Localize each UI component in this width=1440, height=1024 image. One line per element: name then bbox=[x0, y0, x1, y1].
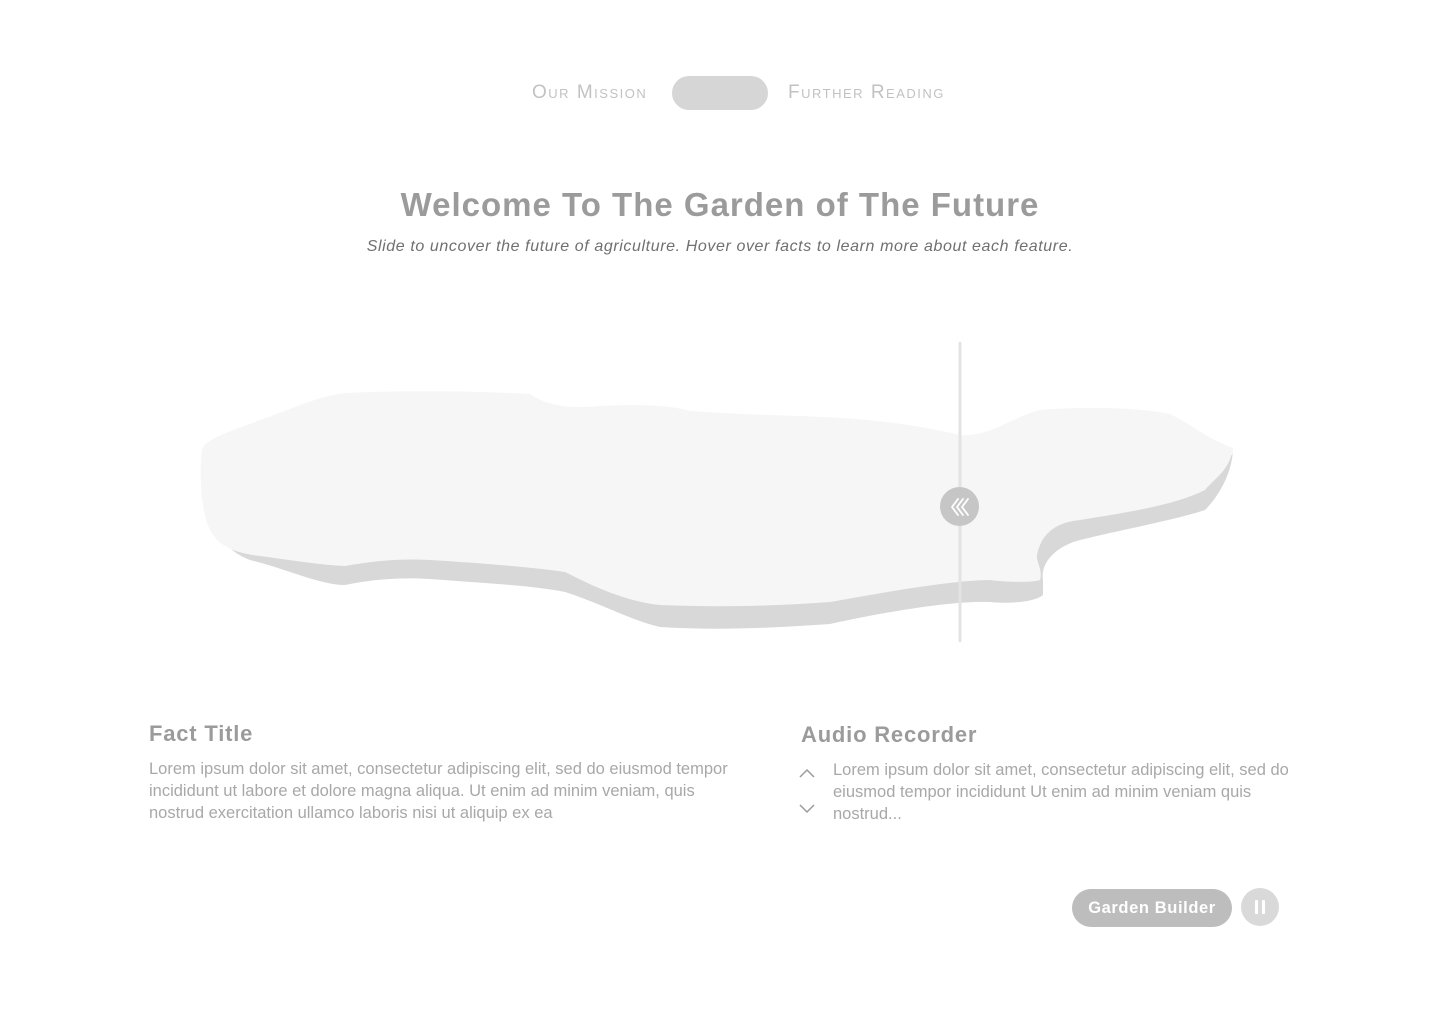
garden-land-illustration bbox=[200, 342, 1233, 642]
page-subtitle: Slide to uncover the future of agricultu… bbox=[366, 238, 1074, 255]
nav-link-further-reading[interactable]: Further Reading bbox=[788, 82, 945, 104]
top-nav: Our Mission Further Reading bbox=[0, 76, 1440, 110]
fact-body: Lorem ipsum dolor sit amet, consectetur … bbox=[149, 760, 728, 822]
garden-builder-button[interactable]: Garden Builder bbox=[1072, 889, 1232, 927]
nav-link-our-mission[interactable]: Our Mission bbox=[532, 82, 647, 104]
audio-recorder-body: Lorem ipsum dolor sit amet, consectetur … bbox=[833, 761, 1289, 823]
page-title: Welcome To The Garden of The Future bbox=[400, 186, 1040, 223]
slider-handle[interactable] bbox=[940, 487, 979, 526]
fact-title: Fact Title bbox=[149, 721, 254, 746]
nav-home-pill[interactable] bbox=[672, 76, 768, 110]
page: Our Mission Further Reading Welcome To T… bbox=[0, 0, 1440, 1024]
chevron-down-icon[interactable] bbox=[799, 803, 815, 815]
chevron-up-icon[interactable] bbox=[799, 767, 815, 779]
double-chevron-left-icon bbox=[950, 497, 969, 516]
audio-recorder-title: Audio Recorder bbox=[801, 722, 978, 747]
pause-icon bbox=[1255, 900, 1265, 914]
pause-button[interactable] bbox=[1241, 888, 1279, 926]
